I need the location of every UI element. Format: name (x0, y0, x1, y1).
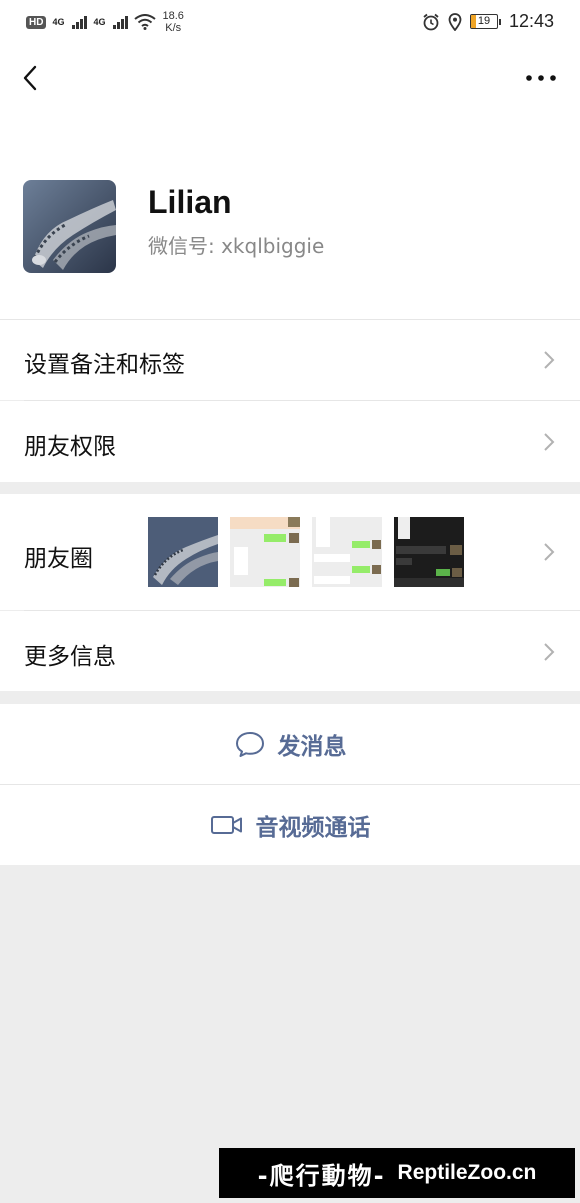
chevron-right-icon (544, 643, 555, 661)
row-moments[interactable]: 朋友圈 (0, 494, 580, 610)
network-speed: 18.6 K/s (162, 10, 183, 34)
signal-icon-2 (113, 15, 129, 29)
network-label-1: 4G (52, 17, 65, 27)
watermark-en: ReptileZoo.cn (397, 1161, 537, 1184)
chevron-right-icon (544, 351, 555, 369)
status-bar: HD 4G 4G 18.6 K/s 19 12:43 (0, 0, 580, 44)
watermark-banner: -爬行動物- ReptileZoo.cn (219, 1148, 575, 1198)
moments-thumb-chat-1 (230, 517, 300, 587)
send-message-button[interactable]: 发消息 (0, 704, 580, 784)
avatar[interactable] (23, 180, 116, 273)
chevron-right-icon (544, 543, 555, 561)
alarm-icon (423, 13, 439, 30)
status-left: HD 4G 4G 18.6 K/s (26, 10, 184, 34)
avatar-lizard-image (23, 180, 116, 273)
moments-thumb-chat-2 (312, 517, 382, 587)
video-call-button[interactable]: 音视频通话 (0, 785, 580, 865)
speed-value: 18.6 (162, 10, 184, 22)
contact-profile-page: HD 4G 4G 18.6 K/s 19 12:43 Lilian 微信号: x… (0, 0, 580, 1203)
clock: 12:43 (508, 11, 554, 31)
video-call-label: 音视频通话 (255, 815, 371, 841)
row-remark-tags[interactable]: 设置备注和标签 (0, 319, 580, 400)
chevron-right-icon (544, 433, 555, 451)
row-remark-tags-label: 设置备注和标签 (24, 352, 185, 378)
hd-badge: HD (26, 15, 47, 29)
top-nav (0, 44, 580, 114)
network-label-2: 4G (93, 17, 106, 27)
moments-thumb-chat-3 (394, 517, 464, 587)
battery-icon: 19 (469, 14, 501, 29)
speed-unit: K/s (165, 22, 182, 34)
profile-header: Lilian 微信号: xkqlbiggie (0, 114, 580, 319)
video-camera-icon (210, 816, 242, 834)
row-divider (0, 319, 580, 320)
row-moments-label: 朋友圈 (24, 546, 93, 572)
send-message-label: 发消息 (277, 734, 347, 760)
location-icon (448, 12, 462, 31)
battery-level: 19 (477, 15, 491, 27)
wechat-id: 微信号: xkqlbiggie (148, 234, 325, 258)
moments-thumbnails (148, 517, 464, 587)
row-more-info-label: 更多信息 (24, 644, 116, 670)
back-arrow-icon[interactable] (14, 60, 50, 96)
contact-name: Lilian (148, 184, 232, 220)
row-friend-permissions[interactable]: 朋友权限 (0, 401, 580, 482)
row-friend-permissions-label: 朋友权限 (24, 434, 116, 460)
wifi-icon (134, 14, 157, 30)
status-right: 19 12:43 (422, 11, 554, 32)
moments-thumb-lizard (148, 517, 218, 587)
more-icon[interactable] (524, 68, 558, 88)
row-more-info[interactable]: 更多信息 (0, 611, 580, 691)
watermark-cn: -爬行動物- (257, 1161, 386, 1190)
signal-icon-1 (72, 15, 88, 29)
chat-bubble-icon (235, 732, 264, 757)
